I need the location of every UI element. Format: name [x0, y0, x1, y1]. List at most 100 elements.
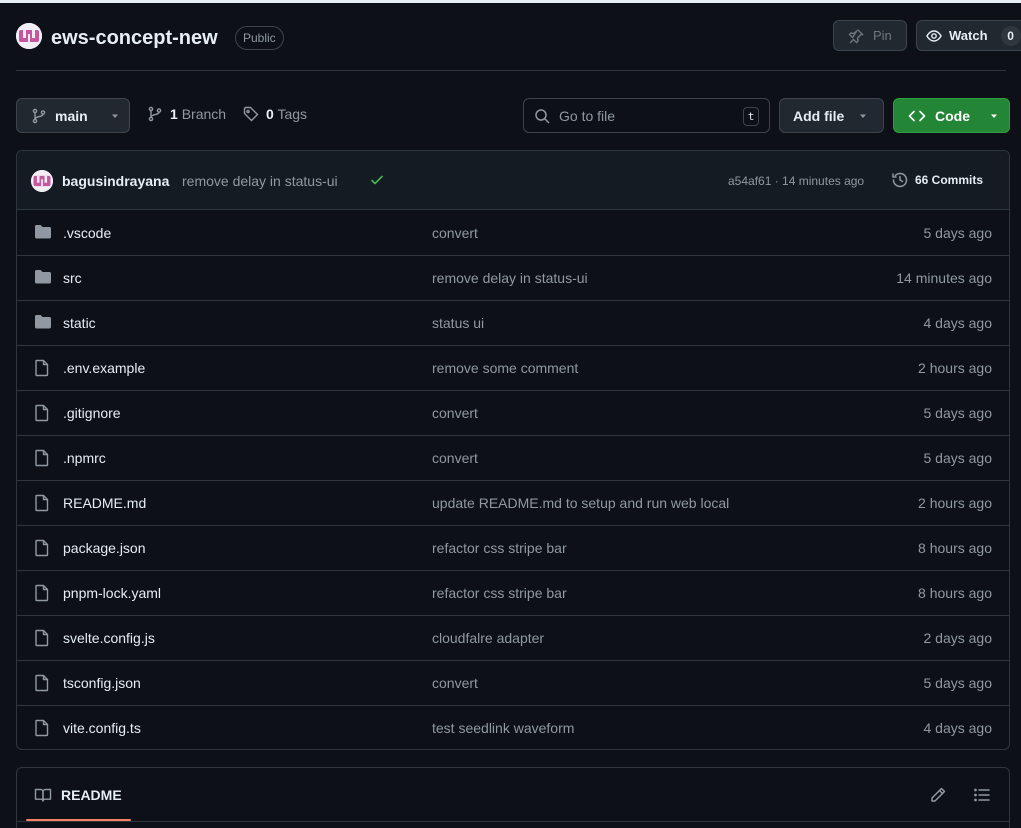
branches-link[interactable]: 1 Branch: [147, 106, 226, 122]
code-button[interactable]: Code: [893, 98, 1010, 133]
tag-label: Tags: [277, 106, 308, 122]
file-list: .vscode convert 5 days ago src remove delay …: [17, 211, 1009, 749]
commit-author[interactable]: bagusindrayana: [62, 173, 169, 189]
file-icon: [34, 719, 50, 742]
file-commit-message[interactable]: convert: [432, 675, 478, 691]
readme-divider: [17, 821, 1009, 822]
branch-count: 1: [170, 106, 178, 122]
pin-button[interactable]: Pin: [833, 20, 907, 51]
commit-message[interactable]: remove delay in status-ui: [182, 173, 338, 189]
file-icon: [34, 359, 50, 382]
file-icon: [34, 539, 50, 562]
watch-label: Watch: [949, 28, 988, 43]
branch-selector[interactable]: main: [16, 98, 130, 133]
code-label: Code: [935, 107, 970, 124]
repo-header: ews-concept-new Public Pin Watch 0: [0, 3, 1021, 70]
file-name[interactable]: .vscode: [63, 225, 111, 241]
file-browser: bagusindrayana remove delay in status-ui…: [16, 150, 1010, 750]
file-row[interactable]: .gitignore convert 5 days ago: [17, 390, 1009, 435]
commits-history-link[interactable]: 66 Commits: [891, 171, 983, 189]
search-icon: [535, 108, 550, 124]
check-icon[interactable]: [369, 172, 385, 188]
folder-icon: [34, 269, 52, 290]
history-icon: [892, 172, 908, 188]
repo-name[interactable]: ews-concept-new: [51, 27, 218, 50]
file-commit-time: 14 minutes ago: [896, 270, 992, 286]
file-commit-time: 8 hours ago: [918, 585, 992, 601]
file-commit-message[interactable]: update README.md to setup and run web lo…: [432, 495, 729, 511]
owner-avatar[interactable]: [16, 23, 42, 49]
file-name[interactable]: pnpm-lock.yaml: [63, 585, 161, 601]
commit-sha-time[interactable]: a54af61 · 14 minutes ago: [728, 174, 864, 188]
file-commit-message[interactable]: cloudfalre adapter: [432, 630, 544, 646]
watch-button[interactable]: Watch 0: [916, 20, 1021, 51]
file-row[interactable]: .env.example remove some comment 2 hours a…: [17, 345, 1009, 390]
eye-icon: [926, 29, 942, 42]
file-name[interactable]: svelte.config.js: [63, 630, 155, 646]
file-name[interactable]: static: [63, 315, 96, 331]
file-commit-time: 5 days ago: [923, 675, 993, 691]
file-row[interactable]: .npmrc convert 5 days ago: [17, 435, 1009, 480]
go-to-file-input[interactable]: [559, 107, 739, 124]
file-commit-time: 5 days ago: [923, 450, 993, 466]
folder-icon: [34, 224, 52, 245]
file-row[interactable]: vite.config.ts test seedlink waveform 4 da…: [17, 705, 1009, 749]
file-row[interactable]: static status ui 4 days ago: [17, 300, 1009, 345]
file-name[interactable]: package.json: [63, 540, 146, 556]
tag-icon: [243, 106, 259, 122]
readme-tab-label: README: [61, 787, 122, 803]
file-icon: [34, 584, 50, 607]
file-commit-time: 4 days ago: [923, 315, 993, 331]
file-name[interactable]: README.md: [63, 495, 146, 511]
readme-tab[interactable]: README: [34, 787, 122, 803]
file-row[interactable]: src remove delay in status-ui 14 minutes a…: [17, 255, 1009, 300]
readme-panel: README: [16, 767, 1010, 828]
file-commit-message[interactable]: test seedlink waveform: [432, 720, 574, 736]
latest-commit-bar: bagusindrayana remove delay in status-ui…: [17, 151, 1009, 210]
tag-count: 0: [266, 106, 274, 122]
file-icon: [34, 494, 50, 517]
file-commit-message[interactable]: convert: [432, 450, 478, 466]
file-name[interactable]: .gitignore: [63, 405, 121, 421]
tags-link[interactable]: 0 Tags: [243, 106, 307, 122]
caret-down-icon: [111, 114, 118, 118]
file-commit-message[interactable]: convert: [432, 225, 478, 241]
file-name[interactable]: .env.example: [63, 360, 145, 376]
add-file-button[interactable]: Add file: [779, 98, 884, 133]
file-row[interactable]: README.md update README.md to setup and r…: [17, 480, 1009, 525]
file-commit-message[interactable]: remove delay in status-ui: [432, 270, 588, 286]
file-commit-message[interactable]: convert: [432, 405, 478, 421]
branch-label: Branch: [181, 106, 227, 122]
file-name[interactable]: vite.config.ts: [63, 720, 141, 736]
file-row[interactable]: svelte.config.js cloudfalre adapter 2 days…: [17, 615, 1009, 660]
file-row[interactable]: package.json refactor css stripe bar 8 hou…: [17, 525, 1009, 570]
commit-author-avatar[interactable]: [31, 170, 53, 192]
file-commit-time: 5 days ago: [923, 225, 993, 241]
file-commit-message[interactable]: remove some comment: [432, 360, 578, 376]
file-name[interactable]: tsconfig.json: [63, 675, 141, 691]
keyboard-shortcut-hint: t: [743, 107, 759, 126]
file-commit-time: 5 days ago: [923, 405, 993, 421]
header-divider: [16, 70, 1006, 71]
file-name[interactable]: src: [63, 270, 82, 286]
file-row[interactable]: .vscode convert 5 days ago: [17, 211, 1009, 255]
file-icon: [34, 449, 50, 472]
folder-icon: [34, 314, 52, 335]
file-row[interactable]: tsconfig.json convert 5 days ago: [17, 660, 1009, 705]
pencil-icon[interactable]: [929, 786, 947, 804]
file-icon: [34, 404, 50, 427]
file-icon: [34, 674, 50, 697]
file-commit-time: 2 hours ago: [918, 360, 992, 376]
file-name[interactable]: .npmrc: [63, 450, 106, 466]
caret-down-icon: [860, 114, 867, 118]
branch-name: main: [55, 107, 88, 124]
file-commit-message[interactable]: status ui: [432, 315, 484, 331]
file-commit-message[interactable]: refactor css stripe bar: [432, 585, 567, 601]
go-to-file-search[interactable]: t: [523, 98, 770, 133]
watch-counter: 0: [1000, 25, 1021, 46]
visibility-badge: Public: [235, 26, 284, 50]
pin-label: Pin: [873, 28, 892, 43]
file-row[interactable]: pnpm-lock.yaml refactor css stripe bar 8 h…: [17, 570, 1009, 615]
file-commit-message[interactable]: refactor css stripe bar: [432, 540, 567, 556]
list-icon[interactable]: [973, 786, 991, 804]
